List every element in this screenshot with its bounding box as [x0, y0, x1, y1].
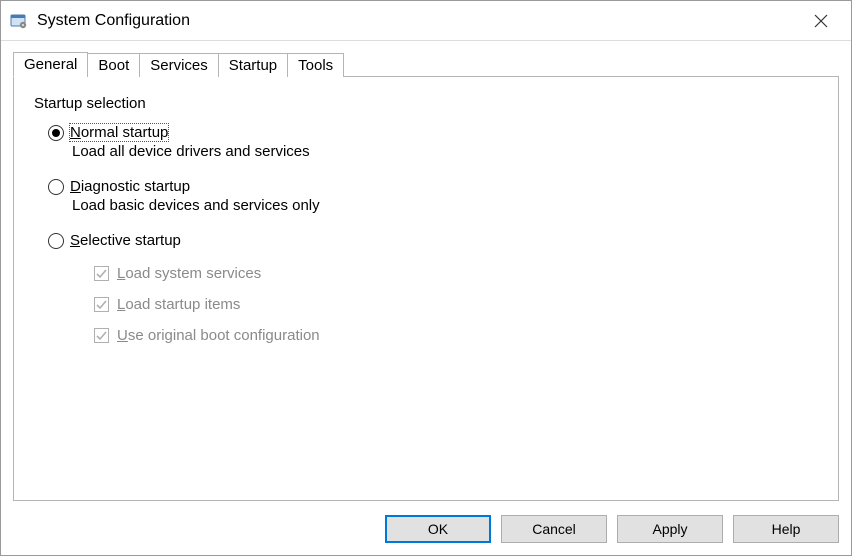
tab-strip: General Boot Services Startup Tools [13, 51, 839, 76]
close-button[interactable] [801, 6, 841, 36]
tab-startup[interactable]: Startup [218, 53, 288, 77]
radio-normal-startup[interactable]: Normal startup [48, 124, 818, 141]
radio-desc-normal: Load all device drivers and services [72, 143, 818, 160]
radio-icon [48, 233, 64, 249]
radio-label-selective: Selective startup [70, 232, 181, 249]
ok-button[interactable]: OK [385, 515, 491, 543]
group-label: Startup selection [34, 95, 818, 112]
checkbox-icon [94, 266, 109, 281]
radio-selective-startup[interactable]: Selective startup [48, 232, 818, 249]
close-icon [814, 14, 828, 28]
check-use-original-boot: Use original boot configuration [94, 327, 818, 344]
check-label: Use original boot configuration [117, 327, 320, 344]
radio-icon [48, 125, 64, 141]
check-label: Load startup items [117, 296, 240, 313]
radio-diagnostic-startup[interactable]: Diagnostic startup [48, 178, 818, 195]
tab-boot[interactable]: Boot [87, 53, 140, 77]
radio-icon [48, 179, 64, 195]
window-title: System Configuration [37, 12, 801, 30]
content-area: General Boot Services Startup Tools Star… [1, 41, 851, 505]
titlebar: System Configuration [1, 1, 851, 41]
tab-general[interactable]: General [13, 52, 88, 77]
button-row: OK Cancel Apply Help [1, 505, 851, 555]
tab-panel-general: Startup selection Normal startup Load al… [13, 76, 839, 501]
apply-button[interactable]: Apply [617, 515, 723, 543]
check-load-system-services: Load system services [94, 265, 818, 282]
window: System Configuration General Boot Servic… [0, 0, 852, 556]
radio-label-diagnostic: Diagnostic startup [70, 178, 190, 195]
cancel-button[interactable]: Cancel [501, 515, 607, 543]
tab-services[interactable]: Services [139, 53, 219, 77]
help-button[interactable]: Help [733, 515, 839, 543]
tab-tools[interactable]: Tools [287, 53, 344, 77]
radio-label-normal: Normal startup [70, 124, 168, 141]
checkbox-icon [94, 328, 109, 343]
checkbox-icon [94, 297, 109, 312]
msconfig-icon [9, 11, 29, 31]
check-load-startup-items: Load startup items [94, 296, 818, 313]
radio-desc-diagnostic: Load basic devices and services only [72, 197, 818, 214]
check-label: Load system services [117, 265, 261, 282]
